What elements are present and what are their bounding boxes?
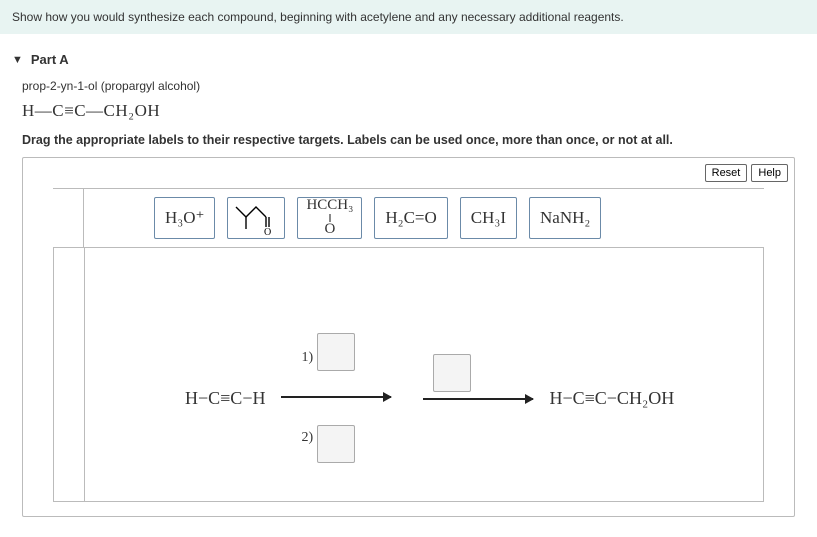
- reaction-scheme: H−C≡C−H 1) 2) H−C≡C−CH₂OH: [185, 358, 674, 438]
- drop-target-step1-reagent1[interactable]: [317, 333, 355, 371]
- starting-material: H−C≡C−H: [185, 388, 265, 409]
- label-nanh2[interactable]: NaNH₂: [529, 197, 601, 239]
- part-label: Part A: [31, 52, 69, 67]
- help-button[interactable]: Help: [751, 164, 788, 182]
- reaction-arrow-step2: [423, 358, 533, 438]
- target-panel: H−C≡C−H 1) 2) H−C≡C−CH₂OH: [53, 248, 764, 502]
- skeletal-structure-icon: O: [234, 201, 278, 235]
- drop-target-step1-reagent2[interactable]: [317, 425, 355, 463]
- compound-name: prop-2-yn-1-ol (propargyl alcohol): [0, 73, 817, 97]
- label-palette: H₃O⁺ O HCCH₃ ‖ O H₂C=O CH₃I: [53, 188, 764, 248]
- svg-text:O: O: [264, 227, 271, 235]
- part-header: ▼ Part A: [0, 34, 817, 73]
- hcch3-o: O: [325, 223, 336, 237]
- collapse-caret-icon[interactable]: ▼: [12, 54, 23, 66]
- reaction-arrow-step1: 1) 2): [281, 358, 391, 438]
- step1-label-1: 1): [301, 350, 313, 366]
- label-isobutyraldehyde-skeletal[interactable]: O: [227, 197, 285, 239]
- arrow-icon: [281, 396, 391, 398]
- compound-formula: H—C≡C—CH₂OH: [0, 97, 817, 129]
- arrow-icon: [423, 398, 533, 400]
- drop-target-step2-reagent[interactable]: [433, 354, 471, 392]
- label-formaldehyde[interactable]: H₂C=O: [374, 197, 447, 239]
- label-h3o-plus[interactable]: H₃O⁺: [154, 197, 215, 239]
- step1-label-2: 2): [301, 430, 313, 446]
- drag-instruction: Drag the appropriate labels to their res…: [0, 129, 817, 157]
- label-hcch3-over-o[interactable]: HCCH₃ ‖ O: [297, 197, 362, 239]
- label-ch3i[interactable]: CH₃I: [460, 197, 517, 239]
- product: H−C≡C−CH₂OH: [549, 388, 674, 409]
- reset-button[interactable]: Reset: [705, 164, 748, 182]
- workspace-panel: Reset Help H₃O⁺ O HCCH₃ ‖: [22, 157, 795, 517]
- question-prompt: Show how you would synthesize each compo…: [0, 0, 817, 34]
